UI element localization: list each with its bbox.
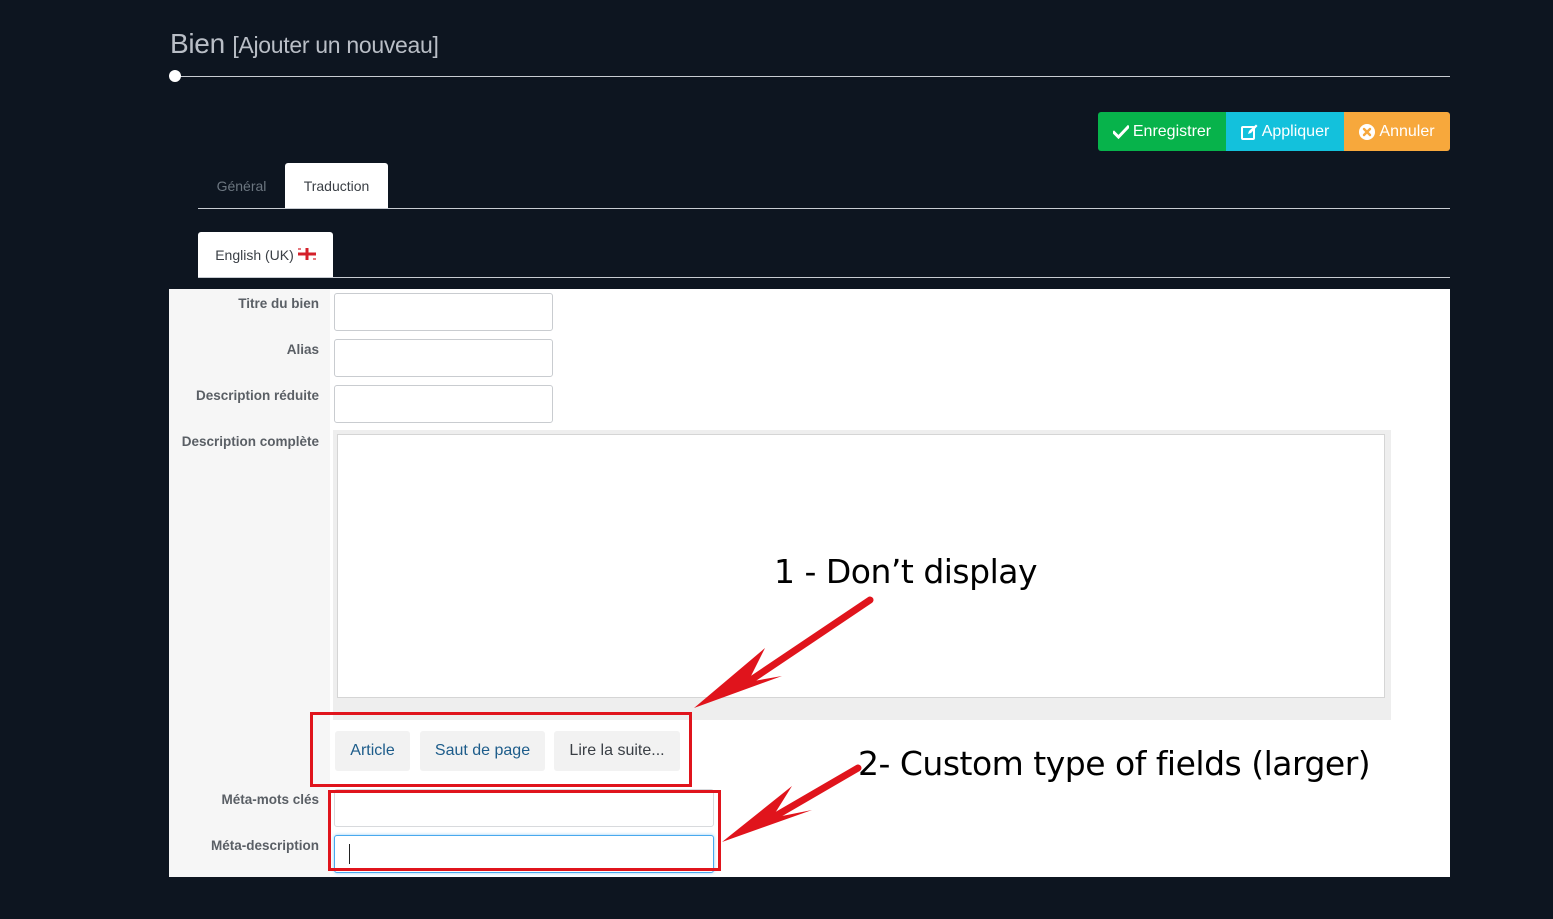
page-title: Bien [Ajouter un nouveau] — [170, 28, 439, 60]
field-label-short-description: Description réduite — [195, 388, 319, 403]
tabs-divider — [198, 208, 1450, 209]
field-label-full-description: Description complète — [181, 434, 319, 449]
annotation-note-dont-display: 1 - Don’t display — [774, 552, 1038, 591]
check-icon — [1112, 124, 1129, 139]
edit-icon — [1240, 124, 1258, 140]
apply-button[interactable]: Appliquer — [1226, 112, 1344, 151]
language-tab-label: English (UK) — [215, 246, 294, 263]
field-label-meta-keywords: Méta-mots clés — [221, 792, 319, 807]
save-button[interactable]: Enregistrer — [1098, 112, 1226, 151]
title-input[interactable] — [334, 293, 553, 331]
close-circle-icon — [1359, 123, 1376, 140]
tab-traduction[interactable]: Traduction — [285, 163, 388, 208]
apply-button-label: Appliquer — [1261, 122, 1330, 140]
field-label-title: Titre du bien — [238, 296, 319, 311]
annotation-note-custom-fields: 2- Custom type of fields (larger) — [858, 744, 1371, 783]
main-tabs: Général Traduction — [198, 163, 388, 208]
cancel-button-label: Annuler — [1379, 122, 1435, 140]
page-title-subtitle: [Ajouter un nouveau] — [232, 32, 439, 58]
action-toolbar: Enregistrer Appliquer Annuler — [1098, 112, 1450, 151]
title-divider-dot — [169, 70, 181, 82]
alias-input[interactable] — [334, 339, 553, 377]
page-title-main: Bien — [170, 28, 225, 59]
title-divider — [175, 76, 1450, 77]
field-label-meta-description: Méta-description — [210, 838, 319, 853]
save-button-label: Enregistrer — [1132, 122, 1212, 140]
annotation-box-editor-buttons — [310, 712, 692, 787]
language-tabs-divider — [198, 277, 1450, 278]
tab-language-english-uk[interactable]: English (UK) — [198, 232, 333, 277]
label-column — [169, 289, 330, 877]
tab-general[interactable]: Général — [198, 163, 285, 208]
short-description-input[interactable] — [334, 385, 553, 423]
cancel-button[interactable]: Annuler — [1344, 112, 1450, 151]
field-label-alias: Alias — [286, 342, 319, 357]
annotation-box-meta-fields — [328, 790, 721, 871]
uk-flag-icon — [297, 247, 316, 263]
